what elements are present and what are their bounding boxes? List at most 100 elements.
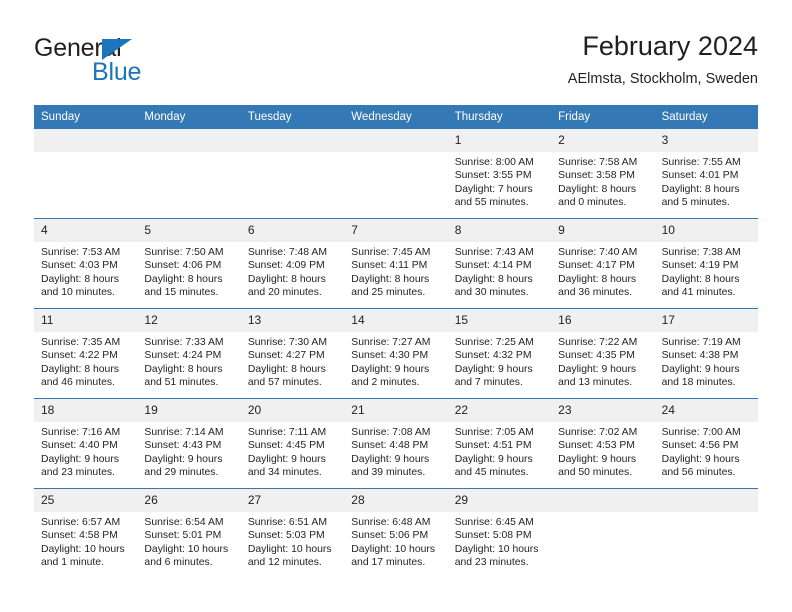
calendar-day-cell[interactable]: 28 Sunrise: 6:48 AM Sunset: 5:06 PM Dayligh… bbox=[344, 489, 448, 578]
daylight-duration-line2: and 36 minutes. bbox=[558, 287, 633, 299]
day-sun-info: Sunrise: 7:05 AM Sunset: 4:51 PM Daylight:… bbox=[448, 422, 551, 486]
calendar-day-cell[interactable]: 21 Sunrise: 7:08 AM Sunset: 4:48 PM Dayligh… bbox=[344, 399, 448, 488]
general-blue-logo[interactable]: General Blue bbox=[34, 34, 234, 90]
calendar-cell-empty bbox=[240, 129, 345, 218]
location-subtitle: AElmsta, Stockholm, Sweden bbox=[567, 71, 758, 87]
day-sun-info: Sunrise: 7:48 AM Sunset: 4:09 PM Daylight:… bbox=[241, 242, 344, 306]
calendar-week-row: 11 Sunrise: 7:35 AM Sunset: 4:22 PM Dayligh… bbox=[34, 308, 758, 398]
day-sun-info: Sunrise: 7:08 AM Sunset: 4:48 PM Daylight:… bbox=[344, 422, 447, 486]
day-sun-info: Sunrise: 6:57 AM Sunset: 4:58 PM Daylight:… bbox=[34, 512, 137, 576]
daylight-duration-line1: Daylight: 8 hours bbox=[558, 183, 637, 195]
calendar-day-cell[interactable]: 5 Sunrise: 7:50 AM Sunset: 4:06 PM Daylight… bbox=[137, 219, 241, 308]
day-sun-info: Sunrise: 7:00 AM Sunset: 4:56 PM Daylight:… bbox=[655, 422, 758, 486]
calendar-day-cell[interactable]: 26 Sunrise: 6:54 AM Sunset: 5:01 PM Dayligh… bbox=[137, 489, 241, 578]
calendar-day-cell[interactable]: 23 Sunrise: 7:02 AM Sunset: 4:53 PM Dayligh… bbox=[551, 399, 655, 488]
weekday-header-wednesday: Wednesday bbox=[351, 111, 412, 123]
sunset-time: Sunset: 4:56 PM bbox=[661, 440, 739, 452]
calendar-body: 1 Sunrise: 8:00 AM Sunset: 3:55 PM Daylight… bbox=[34, 129, 758, 578]
sunset-time: Sunset: 4:45 PM bbox=[247, 440, 325, 452]
calendar-day-cell[interactable]: 4 Sunrise: 7:53 AM Sunset: 4:03 PM Daylight… bbox=[34, 219, 138, 308]
day-number: 13 bbox=[240, 309, 345, 332]
sunset-time: Sunset: 4:30 PM bbox=[351, 350, 429, 362]
daylight-duration-line2: and 34 minutes. bbox=[247, 467, 322, 479]
day-sun-info: Sunrise: 7:19 AM Sunset: 4:38 PM Daylight:… bbox=[655, 332, 758, 396]
day-sun-info: Sunrise: 6:48 AM Sunset: 5:06 PM Daylight:… bbox=[344, 512, 447, 576]
calendar-day-cell[interactable]: 2 Sunrise: 7:58 AM Sunset: 3:58 PM Daylight… bbox=[551, 129, 655, 218]
sunrise-time: Sunrise: 7:38 AM bbox=[661, 247, 741, 258]
sunset-time: Sunset: 4:14 PM bbox=[454, 260, 532, 272]
calendar-day-cell[interactable]: 8 Sunrise: 7:43 AM Sunset: 4:14 PM Daylight… bbox=[447, 219, 552, 308]
day-number: 8 bbox=[447, 219, 552, 242]
calendar-day-cell[interactable]: 10 Sunrise: 7:38 AM Sunset: 4:19 PM Dayligh… bbox=[654, 219, 758, 308]
sunrise-time: Sunrise: 7:48 AM bbox=[247, 247, 327, 258]
sunrise-time: Sunrise: 7:02 AM bbox=[558, 427, 638, 438]
logo-triangle-icon bbox=[102, 39, 132, 60]
day-sun-info: Sunrise: 6:51 AM Sunset: 5:03 PM Daylight:… bbox=[241, 512, 344, 576]
sunset-time: Sunset: 4:01 PM bbox=[661, 170, 739, 182]
calendar-day-cell[interactable]: 6 Sunrise: 7:48 AM Sunset: 4:09 PM Daylight… bbox=[240, 219, 345, 308]
sunrise-time: Sunrise: 7:16 AM bbox=[41, 427, 121, 438]
day-number: 23 bbox=[551, 399, 655, 422]
daylight-duration-line2: and 13 minutes. bbox=[558, 377, 633, 389]
calendar-day-cell[interactable]: 20 Sunrise: 7:11 AM Sunset: 4:45 PM Dayligh… bbox=[240, 399, 345, 488]
calendar-day-cell[interactable]: 19 Sunrise: 7:14 AM Sunset: 4:43 PM Dayligh… bbox=[137, 399, 241, 488]
sunset-time: Sunset: 4:58 PM bbox=[41, 530, 118, 542]
calendar-week-row: 18 Sunrise: 7:16 AM Sunset: 4:40 PM Dayligh… bbox=[34, 398, 758, 488]
sunrise-time: Sunrise: 7:30 AM bbox=[247, 337, 327, 348]
sunset-time: Sunset: 4:06 PM bbox=[144, 260, 222, 272]
sunrise-time: Sunrise: 7:45 AM bbox=[351, 247, 431, 258]
daylight-duration-line2: and 15 minutes. bbox=[144, 287, 219, 299]
calendar-day-cell[interactable]: 25 Sunrise: 6:57 AM Sunset: 4:58 PM Dayligh… bbox=[34, 489, 138, 578]
daylight-duration-line1: Daylight: 10 hours bbox=[351, 543, 436, 555]
calendar-day-cell[interactable]: 9 Sunrise: 7:40 AM Sunset: 4:17 PM Daylight… bbox=[551, 219, 655, 308]
calendar-day-cell[interactable]: 11 Sunrise: 7:35 AM Sunset: 4:22 PM Dayligh… bbox=[34, 309, 138, 398]
daylight-duration-line2: and 50 minutes. bbox=[558, 467, 633, 479]
calendar-day-cell[interactable]: 14 Sunrise: 7:27 AM Sunset: 4:30 PM Dayligh… bbox=[344, 309, 448, 398]
calendar-cell-empty bbox=[137, 129, 241, 218]
calendar-day-cell[interactable]: 22 Sunrise: 7:05 AM Sunset: 4:51 PM Dayligh… bbox=[447, 399, 552, 488]
day-sun-info: Sunrise: 7:14 AM Sunset: 4:43 PM Daylight:… bbox=[137, 422, 240, 486]
day-sun-info: Sunrise: 7:25 AM Sunset: 4:32 PM Daylight:… bbox=[448, 332, 551, 396]
sunrise-time: Sunrise: 7:00 AM bbox=[661, 427, 741, 438]
calendar-day-cell[interactable]: 12 Sunrise: 7:33 AM Sunset: 4:24 PM Dayligh… bbox=[137, 309, 241, 398]
calendar-cell-empty bbox=[344, 129, 448, 218]
daylight-duration-line1: Daylight: 9 hours bbox=[558, 453, 637, 465]
sunrise-time: Sunrise: 6:48 AM bbox=[351, 517, 431, 528]
calendar-day-cell[interactable]: 17 Sunrise: 7:19 AM Sunset: 4:38 PM Dayligh… bbox=[654, 309, 758, 398]
calendar-day-cell[interactable]: 16 Sunrise: 7:22 AM Sunset: 4:35 PM Dayligh… bbox=[551, 309, 655, 398]
calendar-day-cell[interactable]: 27 Sunrise: 6:51 AM Sunset: 5:03 PM Dayligh… bbox=[240, 489, 345, 578]
calendar-day-cell[interactable]: 3 Sunrise: 7:55 AM Sunset: 4:01 PM Daylight… bbox=[654, 129, 758, 218]
calendar-day-cell[interactable]: 1 Sunrise: 8:00 AM Sunset: 3:55 PM Daylight… bbox=[447, 129, 552, 218]
weekday-header-friday: Friday bbox=[558, 111, 591, 123]
day-sun-info: Sunrise: 7:30 AM Sunset: 4:27 PM Daylight:… bbox=[241, 332, 344, 396]
sunset-time: Sunset: 4:38 PM bbox=[661, 350, 739, 362]
day-number: 10 bbox=[654, 219, 758, 242]
day-number: 25 bbox=[34, 489, 138, 512]
day-number bbox=[551, 489, 655, 512]
day-sun-info: Sunrise: 7:38 AM Sunset: 4:19 PM Daylight:… bbox=[655, 242, 758, 306]
sunrise-time: Sunrise: 7:08 AM bbox=[351, 427, 431, 438]
calendar-day-cell[interactable]: 15 Sunrise: 7:25 AM Sunset: 4:32 PM Dayligh… bbox=[447, 309, 552, 398]
daylight-duration-line2: and 5 minutes. bbox=[661, 197, 730, 209]
sunset-time: Sunset: 4:51 PM bbox=[454, 440, 532, 452]
daylight-duration-line2: and 1 minute. bbox=[41, 557, 104, 569]
day-sun-info: Sunrise: 7:45 AM Sunset: 4:11 PM Daylight:… bbox=[344, 242, 447, 306]
day-sun-info: Sunrise: 8:00 AM Sunset: 3:55 PM Daylight:… bbox=[448, 152, 551, 216]
calendar-day-cell[interactable]: 18 Sunrise: 7:16 AM Sunset: 4:40 PM Dayligh… bbox=[34, 399, 138, 488]
calendar-day-cell[interactable]: 7 Sunrise: 7:45 AM Sunset: 4:11 PM Daylight… bbox=[344, 219, 448, 308]
day-number: 7 bbox=[344, 219, 448, 242]
daylight-duration-line1: Daylight: 9 hours bbox=[144, 453, 223, 465]
day-number: 27 bbox=[240, 489, 345, 512]
daylight-duration-line1: Daylight: 8 hours bbox=[454, 273, 533, 285]
calendar-day-cell[interactable]: 24 Sunrise: 7:00 AM Sunset: 4:56 PM Dayligh… bbox=[654, 399, 758, 488]
sunrise-time: Sunrise: 7:35 AM bbox=[41, 337, 121, 348]
day-number: 20 bbox=[240, 399, 345, 422]
daylight-duration-line2: and 51 minutes. bbox=[144, 377, 219, 389]
day-number: 19 bbox=[137, 399, 241, 422]
sunset-time: Sunset: 5:06 PM bbox=[351, 530, 429, 542]
calendar-day-cell[interactable]: 29 Sunrise: 6:45 AM Sunset: 5:08 PM Dayligh… bbox=[447, 489, 552, 578]
calendar-day-cell[interactable]: 13 Sunrise: 7:30 AM Sunset: 4:27 PM Dayligh… bbox=[240, 309, 345, 398]
day-number: 1 bbox=[447, 129, 552, 152]
day-number: 6 bbox=[240, 219, 345, 242]
daylight-duration-line2: and 20 minutes. bbox=[247, 287, 322, 299]
